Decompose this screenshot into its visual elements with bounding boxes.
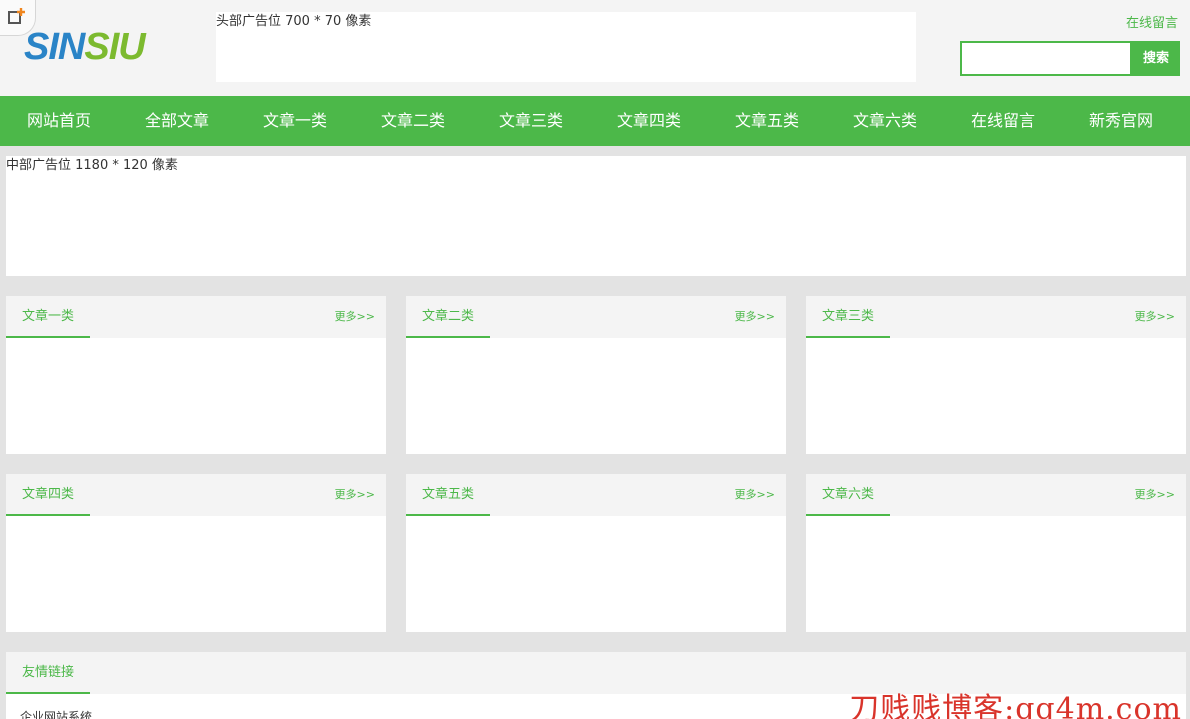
more-link[interactable]: 更多>> [335, 296, 375, 338]
nav-item-official-site[interactable]: 新秀官网 [1062, 96, 1180, 146]
nav-item-category-3[interactable]: 文章三类 [472, 96, 590, 146]
site-logo[interactable]: SINSIU [24, 24, 146, 70]
nav-item-message[interactable]: 在线留言 [944, 96, 1062, 146]
site-header: SINSIU 头部广告位 700 * 70 像素 在线留言 搜索 [0, 0, 1190, 96]
main-nav: 网站首页 全部文章 文章一类 文章二类 文章三类 文章四类 文章五类 文章六类 … [0, 96, 1190, 146]
more-link[interactable]: 更多>> [335, 474, 375, 516]
nav-item-category-1[interactable]: 文章一类 [236, 96, 354, 146]
more-link[interactable]: 更多>> [1135, 474, 1175, 516]
section-category-6: 文章六类 更多>> [806, 474, 1186, 632]
more-link[interactable]: 更多>> [1135, 296, 1175, 338]
middle-ad-banner[interactable]: 中部广告位 1180 * 120 像素 [6, 156, 1186, 276]
nav-item-category-6[interactable]: 文章六类 [826, 96, 944, 146]
section-title[interactable]: 文章六类 [806, 474, 890, 516]
section-title[interactable]: 文章五类 [406, 474, 490, 516]
section-title[interactable]: 文章三类 [806, 296, 890, 338]
search-input[interactable] [960, 41, 1132, 76]
friend-link-item[interactable]: 企业网站系统 [20, 708, 92, 719]
top-ad-banner[interactable]: 头部广告位 700 * 70 像素 [216, 12, 916, 82]
section-category-1: 文章一类 更多>> [6, 296, 386, 454]
section-category-4: 文章四类 更多>> [6, 474, 386, 632]
section-title: 友情链接 [6, 652, 90, 694]
more-link[interactable]: 更多>> [735, 474, 775, 516]
section-title[interactable]: 文章二类 [406, 296, 490, 338]
online-message-link[interactable]: 在线留言 [1126, 12, 1178, 31]
search-form: 搜索 [960, 41, 1180, 76]
section-header: 文章二类 更多>> [406, 296, 786, 338]
nav-item-home[interactable]: 网站首页 [0, 96, 118, 146]
section-header: 文章六类 更多>> [806, 474, 1186, 516]
section-category-2: 文章二类 更多>> [406, 296, 786, 454]
section-title[interactable]: 文章一类 [6, 296, 90, 338]
watermark-text: 刀贱贱博客:qq4m.com [849, 692, 1182, 719]
more-link[interactable]: 更多>> [735, 296, 775, 338]
search-button[interactable]: 搜索 [1132, 41, 1180, 76]
section-header: 文章四类 更多>> [6, 474, 386, 516]
section-title[interactable]: 文章四类 [6, 474, 90, 516]
nav-item-category-2[interactable]: 文章二类 [354, 96, 472, 146]
section-header: 文章一类 更多>> [6, 296, 386, 338]
nav-item-category-4[interactable]: 文章四类 [590, 96, 708, 146]
section-header: 文章三类 更多>> [806, 296, 1186, 338]
nav-item-category-5[interactable]: 文章五类 [708, 96, 826, 146]
section-category-5: 文章五类 更多>> [406, 474, 786, 632]
nav-item-all-articles[interactable]: 全部文章 [118, 96, 236, 146]
section-header: 文章五类 更多>> [406, 474, 786, 516]
section-category-3: 文章三类 更多>> [806, 296, 1186, 454]
